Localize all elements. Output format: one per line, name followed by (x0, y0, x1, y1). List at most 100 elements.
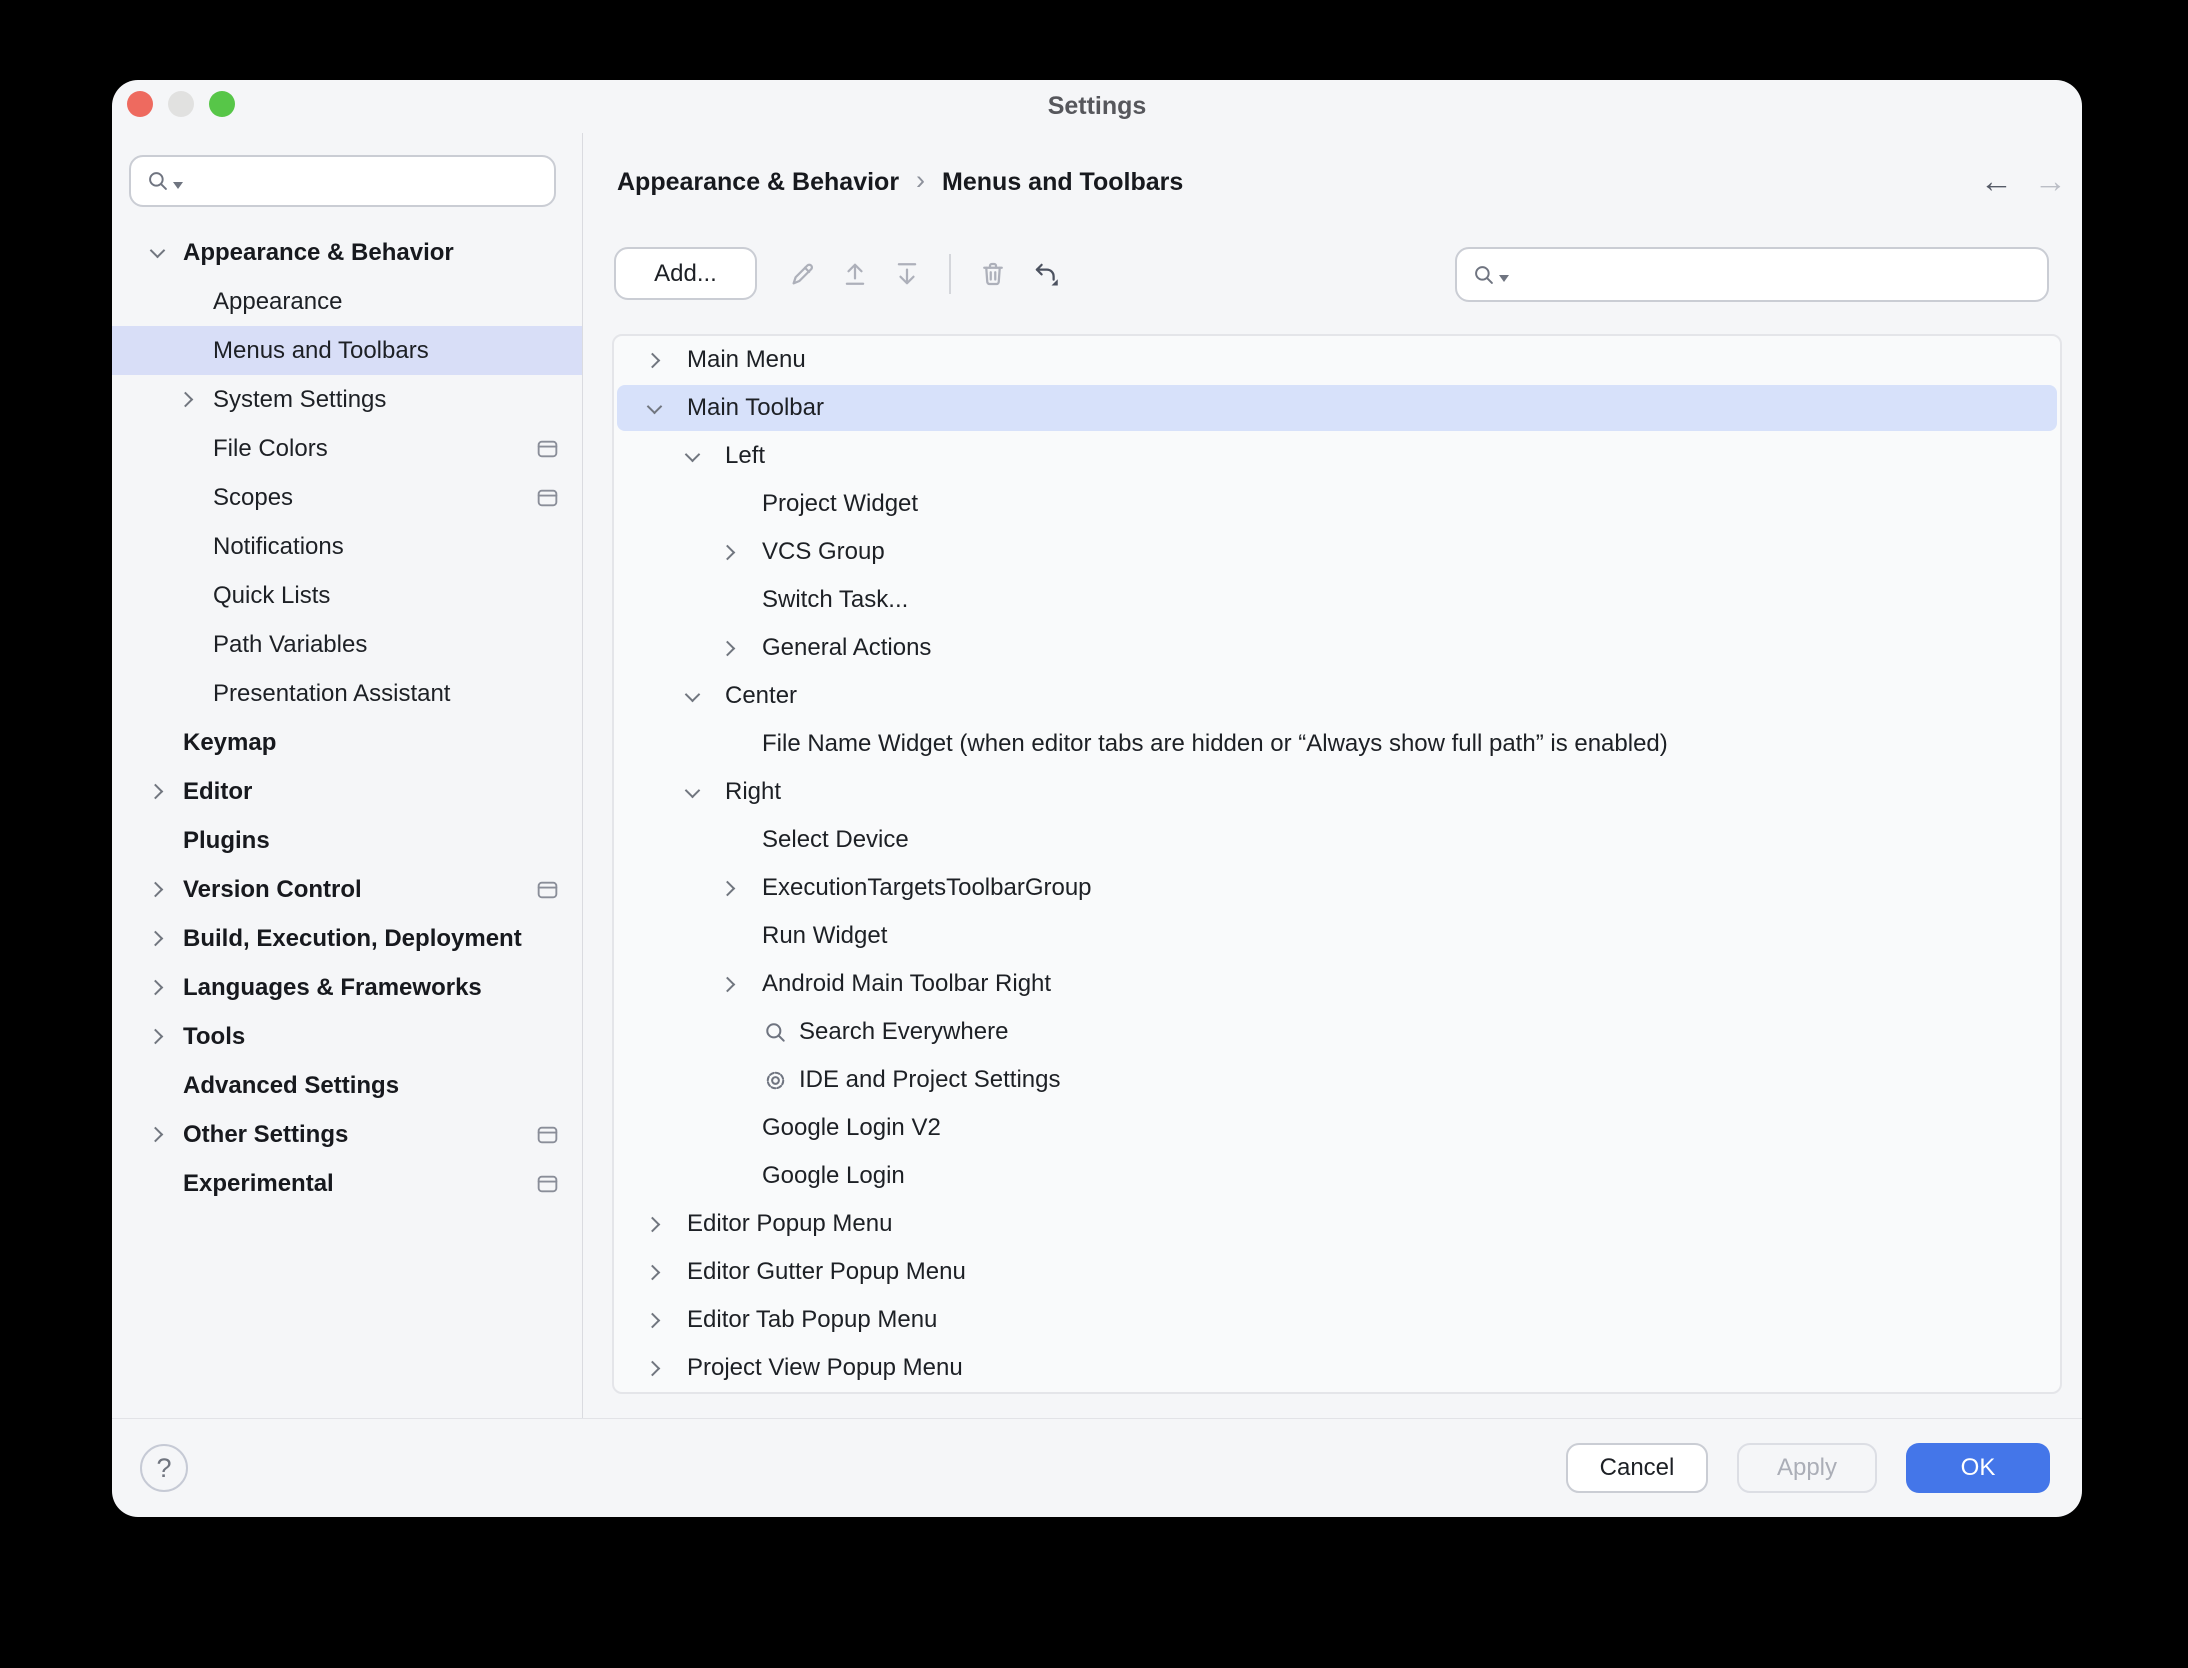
sidebar-item[interactable]: Keymap (112, 718, 582, 767)
sidebar-item[interactable]: Path Variables (112, 620, 582, 669)
tree-row[interactable]: Android Main Toolbar Right (614, 960, 2060, 1008)
tree-row[interactable]: Center (614, 672, 2060, 720)
chevron-right-icon[interactable] (144, 877, 170, 903)
chevron-right-icon[interactable] (716, 971, 742, 997)
tree-row[interactable]: Editor Gutter Popup Menu (614, 1248, 2060, 1296)
tree-row[interactable]: Editor Popup Menu (614, 1200, 2060, 1248)
chevron-down-icon[interactable] (641, 395, 667, 421)
chevron-down-icon[interactable] (173, 182, 183, 189)
twisty-spacer (174, 485, 200, 511)
twisty-spacer (716, 827, 742, 853)
sidebar-item[interactable]: Quick Lists (112, 571, 582, 620)
help-button[interactable]: ? (140, 1444, 188, 1492)
add-button[interactable]: Add... (614, 247, 757, 300)
twisty-spacer (144, 1171, 170, 1197)
back-arrow-icon[interactable]: ← (1980, 162, 2013, 200)
sidebar-item[interactable]: Presentation Assistant (112, 669, 582, 718)
actions-search-box[interactable] (1455, 247, 2049, 302)
sidebar-item[interactable]: Experimental (112, 1159, 582, 1208)
sidebar-item[interactable]: Appearance (112, 277, 582, 326)
sidebar-item-label: Presentation Assistant (213, 680, 450, 708)
tree-row[interactable]: Google Login (614, 1152, 2060, 1200)
sidebar-item[interactable]: Scopes (112, 473, 582, 522)
chevron-right-icon[interactable] (641, 347, 667, 373)
sidebar-item[interactable]: Appearance & Behavior (112, 228, 582, 277)
ok-button[interactable]: OK (1906, 1443, 2050, 1493)
tree-row[interactable]: Google Login V2 (614, 1104, 2060, 1152)
tree-row[interactable]: Run Widget (614, 912, 2060, 960)
sidebar-item[interactable]: Editor (112, 767, 582, 816)
tree-row[interactable]: ExecutionTargetsToolbarGroup (614, 864, 2060, 912)
tree-row[interactable]: Select Device (614, 816, 2060, 864)
sidebar-item[interactable]: File Colors (112, 424, 582, 473)
twisty-spacer (174, 338, 200, 364)
twisty-spacer (716, 491, 742, 517)
tree-row[interactable]: General Actions (614, 624, 2060, 672)
tree-row-label: File Name Widget (when editor tabs are h… (762, 730, 1668, 758)
chevron-right-icon[interactable] (716, 875, 742, 901)
chevron-right-icon[interactable] (144, 779, 170, 805)
tree-row[interactable]: Project View Popup Menu (614, 1344, 2060, 1392)
revert-undo-icon[interactable] (1028, 257, 1062, 291)
twisty-spacer (174, 681, 200, 707)
chevron-right-icon[interactable] (641, 1259, 667, 1285)
sidebar-item-label: Quick Lists (213, 582, 330, 610)
close-window-button[interactable] (127, 91, 153, 117)
sidebar-divider (582, 133, 583, 1418)
chevron-right-icon[interactable] (716, 539, 742, 565)
chevron-down-icon[interactable] (679, 443, 705, 469)
sidebar-item[interactable]: Menus and Toolbars (112, 326, 582, 375)
sidebar-item[interactable]: Other Settings (112, 1110, 582, 1159)
sidebar-search-input[interactable] (183, 157, 554, 205)
tree-row[interactable]: VCS Group (614, 528, 2060, 576)
tree-row[interactable]: Left (614, 432, 2060, 480)
chevron-down-icon[interactable] (679, 683, 705, 709)
chevron-down-icon[interactable] (679, 779, 705, 805)
tree-row-label: Switch Task... (762, 586, 908, 614)
sidebar-item[interactable]: Plugins (112, 816, 582, 865)
chevron-right-icon[interactable] (174, 387, 200, 413)
sidebar-item[interactable]: Notifications (112, 522, 582, 571)
sidebar-search-box[interactable] (129, 155, 556, 207)
apply-button[interactable]: Apply (1737, 1443, 1877, 1493)
zoom-window-button[interactable] (209, 91, 235, 117)
title-bar[interactable]: Settings (112, 80, 2082, 133)
twisty-spacer (144, 828, 170, 854)
sidebar-item[interactable]: System Settings (112, 375, 582, 424)
tree-row[interactable]: Main Toolbar (614, 384, 2060, 432)
tree-row[interactable]: Editor Tab Popup Menu (614, 1296, 2060, 1344)
sidebar-item-label: Other Settings (183, 1121, 348, 1149)
chevron-down-icon[interactable] (144, 240, 170, 266)
chevron-right-icon[interactable] (144, 975, 170, 1001)
forward-arrow-icon[interactable]: → (2034, 162, 2067, 200)
tree-row[interactable]: Search Everywhere (614, 1008, 2060, 1056)
tree-row-label: Editor Gutter Popup Menu (687, 1258, 966, 1286)
chevron-right-icon[interactable] (144, 926, 170, 952)
tree-row[interactable]: Main Menu (614, 336, 2060, 384)
dialog-buttons: Cancel Apply OK (1566, 1443, 2050, 1493)
chevron-right-icon[interactable] (716, 635, 742, 661)
tree-row[interactable]: Project Widget (614, 480, 2060, 528)
sidebar-item[interactable]: Build, Execution, Deployment (112, 914, 582, 963)
tree-row[interactable]: IDE and Project Settings (614, 1056, 2060, 1104)
tree-row[interactable]: Right (614, 768, 2060, 816)
sidebar-item[interactable]: Tools (112, 1012, 582, 1061)
cancel-button[interactable]: Cancel (1566, 1443, 1708, 1493)
chevron-right-icon[interactable] (144, 1122, 170, 1148)
chevron-right-icon[interactable] (144, 1024, 170, 1050)
sidebar-item[interactable]: Advanced Settings (112, 1061, 582, 1110)
chevron-right-icon[interactable] (641, 1355, 667, 1381)
project-window-icon (535, 485, 560, 510)
tree-row[interactable]: File Name Widget (when editor tabs are h… (614, 720, 2060, 768)
sidebar-item[interactable]: Version Control (112, 865, 582, 914)
chevron-right-icon[interactable] (641, 1307, 667, 1333)
tree-row[interactable]: Switch Task... (614, 576, 2060, 624)
minimize-window-button[interactable] (168, 91, 194, 117)
tree-row-label: Project Widget (762, 490, 918, 518)
sidebar-item-label: System Settings (213, 386, 386, 414)
chevron-right-icon[interactable] (641, 1211, 667, 1237)
actions-search-input[interactable] (1509, 249, 2047, 300)
breadcrumb-parent[interactable]: Appearance & Behavior (617, 168, 899, 197)
sidebar-item[interactable]: Languages & Frameworks (112, 963, 582, 1012)
chevron-down-icon[interactable] (1499, 275, 1509, 282)
